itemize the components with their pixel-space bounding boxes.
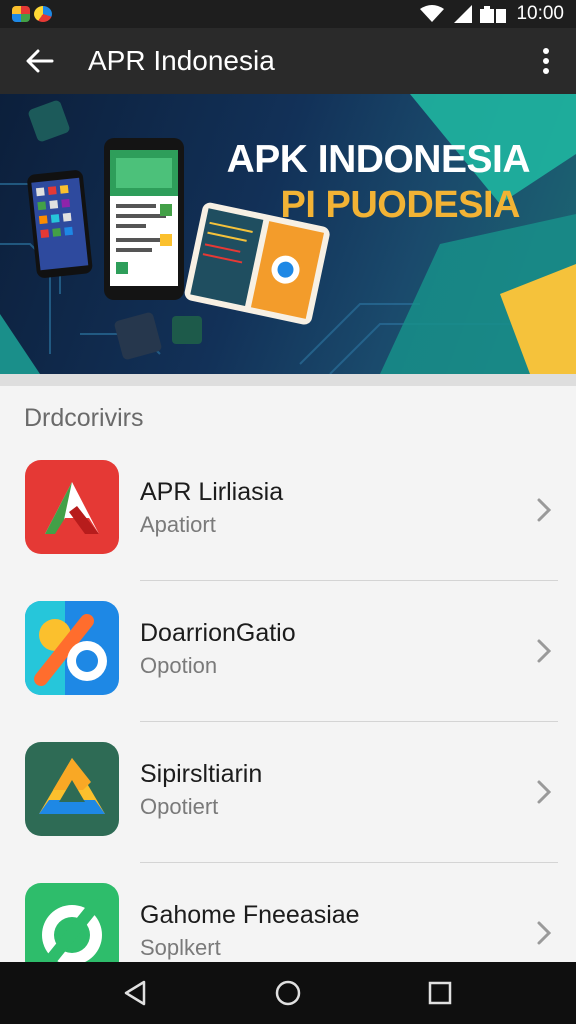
- nav-home-icon: [275, 980, 301, 1006]
- nav-home-button[interactable]: [258, 967, 318, 1019]
- notification-icon: [12, 6, 30, 22]
- green-triangle-app-icon: [25, 742, 119, 836]
- status-bar: 10:00: [0, 0, 576, 28]
- hero-banner[interactable]: APK INDONESIA PI PUODESIA: [0, 94, 576, 374]
- blue-link-app-icon: [25, 601, 119, 695]
- section-divider: [0, 374, 576, 386]
- notification-icon: [34, 6, 52, 22]
- app-list: APR Lirliasia Apatiort DoarrionGatio Opo…: [0, 440, 576, 1004]
- chevron-right-icon: [537, 498, 552, 522]
- signal-icon: [454, 5, 473, 23]
- chevron-right-icon: [537, 639, 552, 663]
- chevron-right-icon: [537, 780, 552, 804]
- banner-subtitle: PI PUODESIA: [280, 184, 521, 226]
- item-title: Gahome Fneeasiae: [140, 901, 360, 929]
- page-title: APR Indonesia: [88, 45, 275, 76]
- chevron-right-icon: [537, 921, 552, 945]
- list-item[interactable]: APR Lirliasia Apatiort: [0, 440, 576, 581]
- navigation-bar: [0, 962, 576, 1024]
- nav-back-button[interactable]: [106, 967, 166, 1019]
- notification-icons: [12, 6, 52, 22]
- item-subtitle: Apatiort: [140, 512, 216, 537]
- item-subtitle: Opotion: [140, 653, 218, 678]
- section-header: Drdcorivirs: [24, 404, 144, 432]
- list-item[interactable]: Sipirsltiarin Opotiert: [0, 722, 576, 863]
- wifi-icon: [420, 5, 445, 22]
- screen: 10:00 APR Indonesia APK INDONESIA PI PUO…: [0, 0, 576, 1024]
- list-item[interactable]: DoarrionGatio Opotion: [0, 581, 576, 722]
- item-subtitle: Opotiert: [140, 794, 219, 819]
- nav-recents-icon: [428, 981, 452, 1005]
- nav-back-icon: [124, 980, 146, 1006]
- item-title: DoarrionGatio: [140, 619, 296, 647]
- arrow-back-icon: [26, 49, 54, 73]
- banner-title: APK INDONESIA: [226, 138, 531, 181]
- item-title: APR Lirliasia: [140, 478, 284, 506]
- nav-recents-button[interactable]: [410, 967, 470, 1019]
- item-subtitle: Soplkert: [140, 935, 221, 960]
- clock: 10:00: [516, 3, 564, 24]
- banner-artwork: [0, 94, 576, 374]
- red-arrow-app-icon: [25, 460, 119, 554]
- battery-icon: [480, 6, 507, 23]
- more-vert-icon: [543, 48, 549, 74]
- app-bar: APR Indonesia: [0, 28, 576, 94]
- item-title: Sipirsltiarin: [140, 760, 263, 788]
- back-button[interactable]: [0, 28, 80, 94]
- overflow-menu-button[interactable]: [516, 28, 576, 94]
- system-icons: 10:00: [420, 3, 564, 25]
